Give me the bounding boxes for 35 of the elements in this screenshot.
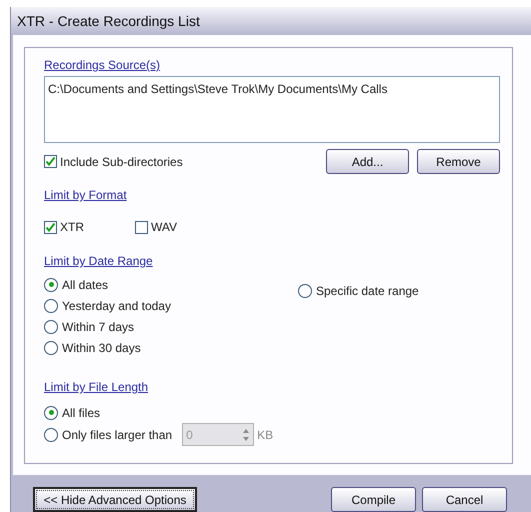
- radio-button[interactable]: [44, 406, 58, 420]
- section-heading: Limit by Date Range: [44, 253, 154, 270]
- radio-button[interactable]: [298, 284, 312, 298]
- check-icon: [45, 156, 56, 167]
- radio-label[interactable]: Within 7 days: [62, 318, 134, 336]
- dialog-button[interactable]: Compile: [331, 487, 416, 512]
- radio-button[interactable]: [44, 428, 58, 442]
- radio-button[interactable]: [44, 278, 58, 292]
- checkbox[interactable]: [44, 155, 57, 168]
- section-heading: Limit by File Length: [44, 379, 150, 396]
- checkbox[interactable]: [135, 220, 148, 234]
- dialog-button[interactable]: Cancel: [422, 487, 507, 512]
- section-heading: Limit by Format: [44, 187, 128, 204]
- radio-label[interactable]: All files: [62, 404, 100, 422]
- radio-label[interactable]: Only files larger than: [62, 426, 172, 444]
- checkbox-label[interactable]: WAV: [151, 218, 177, 236]
- radio-label[interactable]: Specific date range: [316, 282, 419, 300]
- checkbox-label[interactable]: Include Sub-directories: [60, 152, 183, 170]
- sources-list[interactable]: C:\Documents and Settings\Steve Trok\My Documents\My Calls: [44, 76, 500, 143]
- action-button[interactable]: Remove: [417, 149, 500, 174]
- list-item[interactable]: C:\Documents and Settings\Steve Trok\My Documents\My Calls: [48, 80, 496, 98]
- check-icon: [45, 222, 56, 232]
- unit-label: KB: [257, 426, 274, 444]
- section-heading: Recordings Source(s): [44, 57, 162, 74]
- checkbox[interactable]: [44, 220, 57, 234]
- radio-button[interactable]: [44, 320, 58, 334]
- radio-button[interactable]: [44, 298, 58, 312]
- checkbox-label[interactable]: XTR: [60, 218, 84, 236]
- action-button[interactable]: Add...: [326, 149, 409, 174]
- radio-label[interactable]: Yesterday and today: [62, 296, 171, 314]
- window-title: XTR - Create Recordings List: [11, 7, 531, 35]
- hide-options-button[interactable]: << Hide Advanced Options: [33, 487, 197, 512]
- radio-button[interactable]: [44, 340, 58, 354]
- radio-label[interactable]: Within 30 days: [62, 338, 141, 356]
- radio-label[interactable]: All dates: [62, 276, 108, 294]
